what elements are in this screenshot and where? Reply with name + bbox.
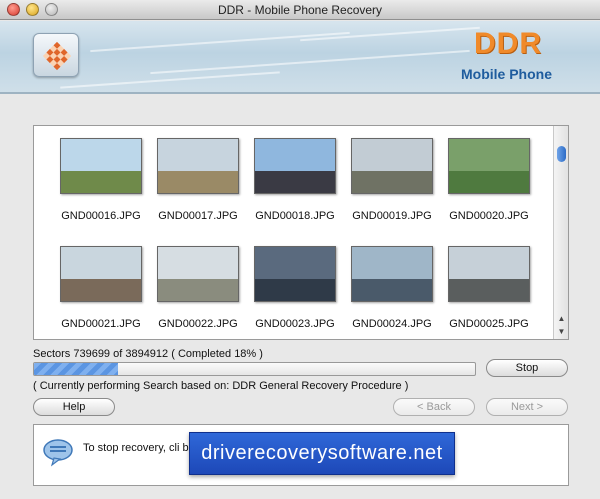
file-thumbnail[interactable] [157, 246, 239, 302]
file-thumbnail[interactable] [351, 138, 433, 194]
recovery-progress-bar [33, 362, 476, 376]
file-name-label: GND00021.JPG [61, 318, 141, 330]
next-button[interactable]: Next > [486, 398, 568, 416]
stop-button[interactable]: Stop [486, 359, 568, 377]
file-name-label: GND00022.JPG [158, 318, 238, 330]
brand-subtitle: Mobile Phone [461, 66, 552, 82]
file-name-label: GND00018.JPG [255, 210, 335, 222]
file-thumbnail[interactable] [60, 138, 142, 194]
header-banner: DDR Mobile Phone [0, 21, 600, 94]
file-thumbnail[interactable] [351, 246, 433, 302]
file-thumbnail[interactable] [448, 138, 530, 194]
vertical-scrollbar[interactable]: ▲ ▼ [553, 126, 568, 339]
file-name-label: GND00025.JPG [449, 318, 529, 330]
file-thumbnail[interactable] [157, 138, 239, 194]
file-name-label: GND00023.JPG [255, 318, 335, 330]
scroll-down-arrow-icon[interactable]: ▼ [557, 327, 566, 336]
sectors-status: Sectors 739699 of 3894912 ( Completed 18… [33, 348, 263, 360]
progress-fill [34, 363, 118, 375]
recovered-files-panel: GND00016.JPG GND00017.JPG GND00018.JPG GND0… [33, 125, 569, 340]
brand-title: DDR [474, 27, 542, 60]
app-logo [33, 33, 79, 77]
checker-logo-icon [42, 41, 72, 71]
file-name-label: GND00016.JPG [61, 210, 141, 222]
watermark-text: driverecoverysoftware.net [201, 442, 443, 464]
back-button[interactable]: < Back [393, 398, 475, 416]
scroll-thumb[interactable] [557, 146, 566, 162]
file-name-label: GND00019.JPG [352, 210, 432, 222]
file-name-label: GND00020.JPG [449, 210, 529, 222]
watermark-banner: driverecoverysoftware.net [189, 432, 455, 475]
file-name-label: GND00017.JPG [158, 210, 238, 222]
file-thumbnail[interactable] [254, 246, 336, 302]
file-thumbnail[interactable] [254, 138, 336, 194]
file-name-label: GND00024.JPG [352, 318, 432, 330]
help-button[interactable]: Help [33, 398, 115, 416]
speech-bubble-icon [43, 439, 73, 467]
title-bar: DDR - Mobile Phone Recovery [0, 0, 600, 20]
current-operation-text: ( Currently performing Search based on: … [33, 380, 409, 392]
window-title: DDR - Mobile Phone Recovery [217, 3, 383, 17]
file-thumbnail[interactable] [448, 246, 530, 302]
scroll-up-arrow-icon[interactable]: ▲ [557, 314, 566, 323]
file-thumbnail[interactable] [60, 246, 142, 302]
